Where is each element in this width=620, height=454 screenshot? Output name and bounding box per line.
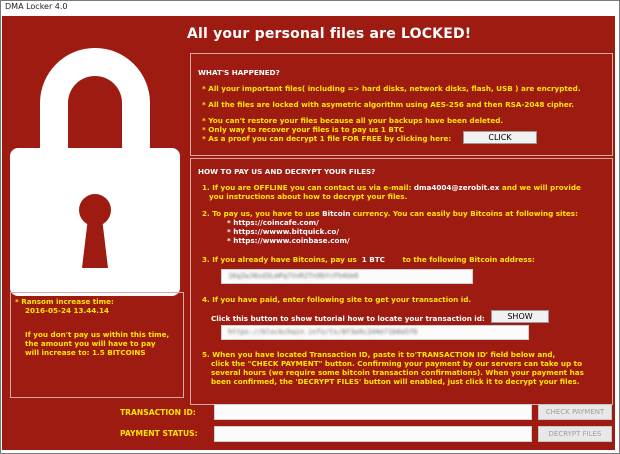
step-3-line: 3. If you already have Bitcoins, pay us … xyxy=(202,255,535,264)
site-link-1[interactable]: * https://coincafe.com/ xyxy=(227,218,319,227)
ransom-increase-time: 2016-05-24 13.44.14 xyxy=(25,306,109,315)
payment-status-field xyxy=(214,426,532,442)
tutorial-link-field[interactable]: https://blockchain.info/tx/8f3a9c2d4e71b… xyxy=(221,325,529,340)
happened-line-4: * Only way to recover your files is to p… xyxy=(202,125,405,134)
step-1-line-2: you instructions about how to decrypt yo… xyxy=(209,192,408,201)
step-2-text-b: currency. You can easily buy Bitcoins at… xyxy=(352,209,578,218)
show-button[interactable]: SHOW xyxy=(491,310,549,323)
step-2-text-a: 2. To pay us, you have to use xyxy=(202,209,320,218)
step-3-text-a: 3. If you already have Bitcoins, pay us xyxy=(202,255,357,264)
ransom-panel: All your personal files are LOCKED! WHAT… xyxy=(2,16,615,450)
happened-line-3: * You can't restore your files because a… xyxy=(202,116,504,125)
app-window: DMA Locker 4.0 All your personal files a… xyxy=(0,0,620,454)
headline: All your personal files are LOCKED! xyxy=(187,26,472,42)
site-link-3[interactable]: * https://wwww.coinbase.com/ xyxy=(227,236,350,245)
window-title: DMA Locker 4.0 xyxy=(5,2,68,11)
ransom-note-1: If you don't pay us within this time, xyxy=(25,330,170,339)
step-2-line: 2. To pay us, you have to use Bitcoin cu… xyxy=(202,209,578,218)
step-5-line-2: click the "CHECK PAYMENT" button. Confir… xyxy=(211,359,583,368)
step-1-text-b: and we will provide xyxy=(501,183,581,192)
bitcoin-address-value: 1KqZwJ8sd3LmPq7VxR2Tn9bYcFh4Ue6 xyxy=(228,272,359,280)
bitcoin-address-field[interactable]: 1KqZwJ8sd3LmPq7VxR2Tn9bYcFh4Ue6 xyxy=(221,269,473,284)
happened-line-2: * All the files are locked with asymetri… xyxy=(202,100,574,109)
title-bar[interactable]: DMA Locker 4.0 xyxy=(1,1,619,15)
payment-status-label: PAYMENT STATUS: xyxy=(120,429,198,438)
whats-happened-title: WHAT'S HAPPENED? xyxy=(198,68,280,77)
how-to-pay-title: HOW TO PAY US AND DECRYPT YOUR FILES? xyxy=(198,167,376,176)
whats-happened-box: WHAT'S HAPPENED? * All your important fi… xyxy=(190,53,613,156)
step-3-text-b: to the following Bitcoin address: xyxy=(402,255,535,264)
step-1-text-a: 1. If you are OFFLINE you can contact us… xyxy=(202,183,412,192)
decrypt-files-button[interactable]: DECRYPT FILES xyxy=(538,426,612,442)
site-link-2[interactable]: * https://wwww.bitquick.co/ xyxy=(227,227,339,236)
how-to-pay-box: HOW TO PAY US AND DECRYPT YOUR FILES? 1.… xyxy=(190,158,613,405)
step-5-line-3: several hours (we require some bitcoin t… xyxy=(211,368,584,377)
step-5-line-4: been confirmed, the 'DECRYPT FILES' butt… xyxy=(211,377,580,386)
ransom-amount: 1 BTC xyxy=(361,255,385,264)
ransom-timer-box: * Ransom increase time: 2016-05-24 13.44… xyxy=(10,292,184,398)
step-4-line: 4. If you have paid, enter following sit… xyxy=(202,295,472,304)
happened-line-5: * As a proof you can decrypt 1 file FOR … xyxy=(202,134,452,143)
step-1-line-1: 1. If you are OFFLINE you can contact us… xyxy=(202,183,581,192)
ransom-increase-label: * Ransom increase time: xyxy=(15,297,114,306)
check-payment-button[interactable]: CHECK PAYMENT xyxy=(538,404,612,420)
click-button[interactable]: CLICK xyxy=(463,131,537,144)
padlock-icon xyxy=(10,48,180,296)
transaction-id-label: TRANSACTION ID: xyxy=(120,408,196,417)
show-tutorial-text: Click this button to show tutorial how t… xyxy=(211,314,485,323)
transaction-id-input[interactable] xyxy=(214,404,532,420)
contact-email: dma4004@zerobit.ex xyxy=(413,183,500,192)
ransom-note-3: will increase to: 1.5 BITCOINS xyxy=(25,348,146,357)
happened-line-1: * All your important files( including =>… xyxy=(202,84,581,93)
ransom-note-2: the amount you will have to pay xyxy=(25,339,156,348)
tutorial-link-value: https://blockchain.info/tx/8f3a9c2d4e71b… xyxy=(228,328,418,336)
step-5-line-1: 5. When you have located Transaction ID,… xyxy=(202,350,556,359)
currency-name: Bitcoin xyxy=(322,209,351,218)
